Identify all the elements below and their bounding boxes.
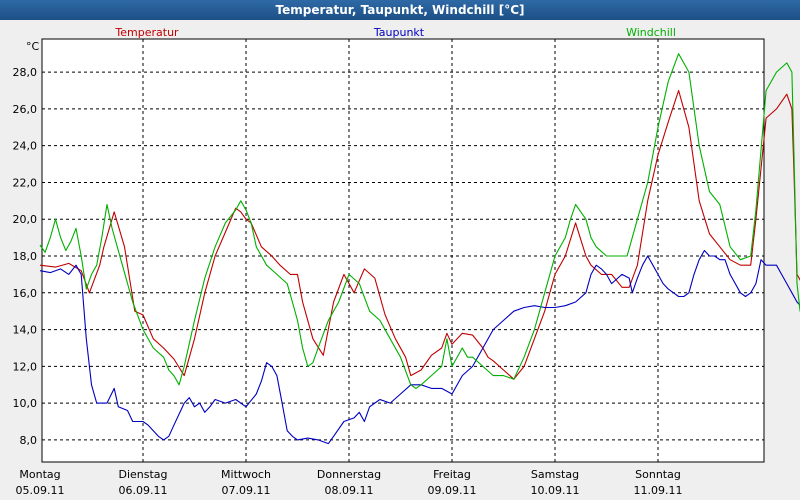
y-tick-label: 16,0 [13, 287, 38, 300]
chart-window: Temperatur, Taupunkt, Windchill [°C] 8,0… [0, 0, 800, 500]
x-tick-day: Sonntag [635, 468, 681, 481]
x-tick-day: Freitag [433, 468, 471, 481]
y-tick-label: 10,0 [13, 397, 38, 410]
y-axis-unit: °C [26, 40, 40, 53]
x-tick-day: Donnerstag [317, 468, 381, 481]
y-tick-label: 26,0 [13, 103, 38, 116]
x-tick-date: 09.09.11 [428, 484, 477, 497]
x-tick-date: 07.09.11 [222, 484, 271, 497]
x-tick-day: Dienstag [118, 468, 167, 481]
x-tick-day: Samstag [531, 468, 579, 481]
x-tick-date: 10.09.11 [531, 484, 580, 497]
y-tick-label: 8,0 [20, 434, 38, 447]
y-tick-label: 18,0 [13, 250, 38, 263]
y-tick-label: 28,0 [13, 66, 38, 79]
y-tick-labels: 8,0 10,0 12,0 14,0 16,0 18,0 20,0 22,0 24,0 26,0 2… [13, 66, 38, 447]
plot-area [41, 38, 765, 463]
legend: Temperatur Taupunkt Windchill [114, 26, 676, 39]
y-tick-label: 14,0 [13, 324, 38, 337]
x-tick-date: 06.09.11 [119, 484, 168, 497]
window-title: Temperatur, Taupunkt, Windchill [°C] [0, 0, 800, 20]
y-tick-label: 24,0 [13, 140, 38, 153]
x-tick-date: 08.09.11 [325, 484, 374, 497]
y-tick-label: 22,0 [13, 176, 38, 189]
x-tick-date: 05.09.11 [16, 484, 65, 497]
y-tick-label: 20,0 [13, 213, 38, 226]
x-tick-day: Montag [19, 468, 60, 481]
x-tick-date: 11.09.11 [634, 484, 683, 497]
y-tick-label: 12,0 [13, 360, 38, 373]
x-tick-labels: Montag 05.09.11 Dienstag 06.09.11 Mittwoch 07… [16, 468, 683, 497]
x-tick-day: Mittwoch [221, 468, 271, 481]
legend-temperatur: Temperatur [114, 26, 179, 39]
line-chart: 8,0 10,0 12,0 14,0 16,0 18,0 20,0 22,0 24,0 26,0 2… [13, 26, 800, 497]
legend-windchill: Windchill [626, 26, 676, 39]
legend-taupunkt: Taupunkt [373, 26, 425, 39]
